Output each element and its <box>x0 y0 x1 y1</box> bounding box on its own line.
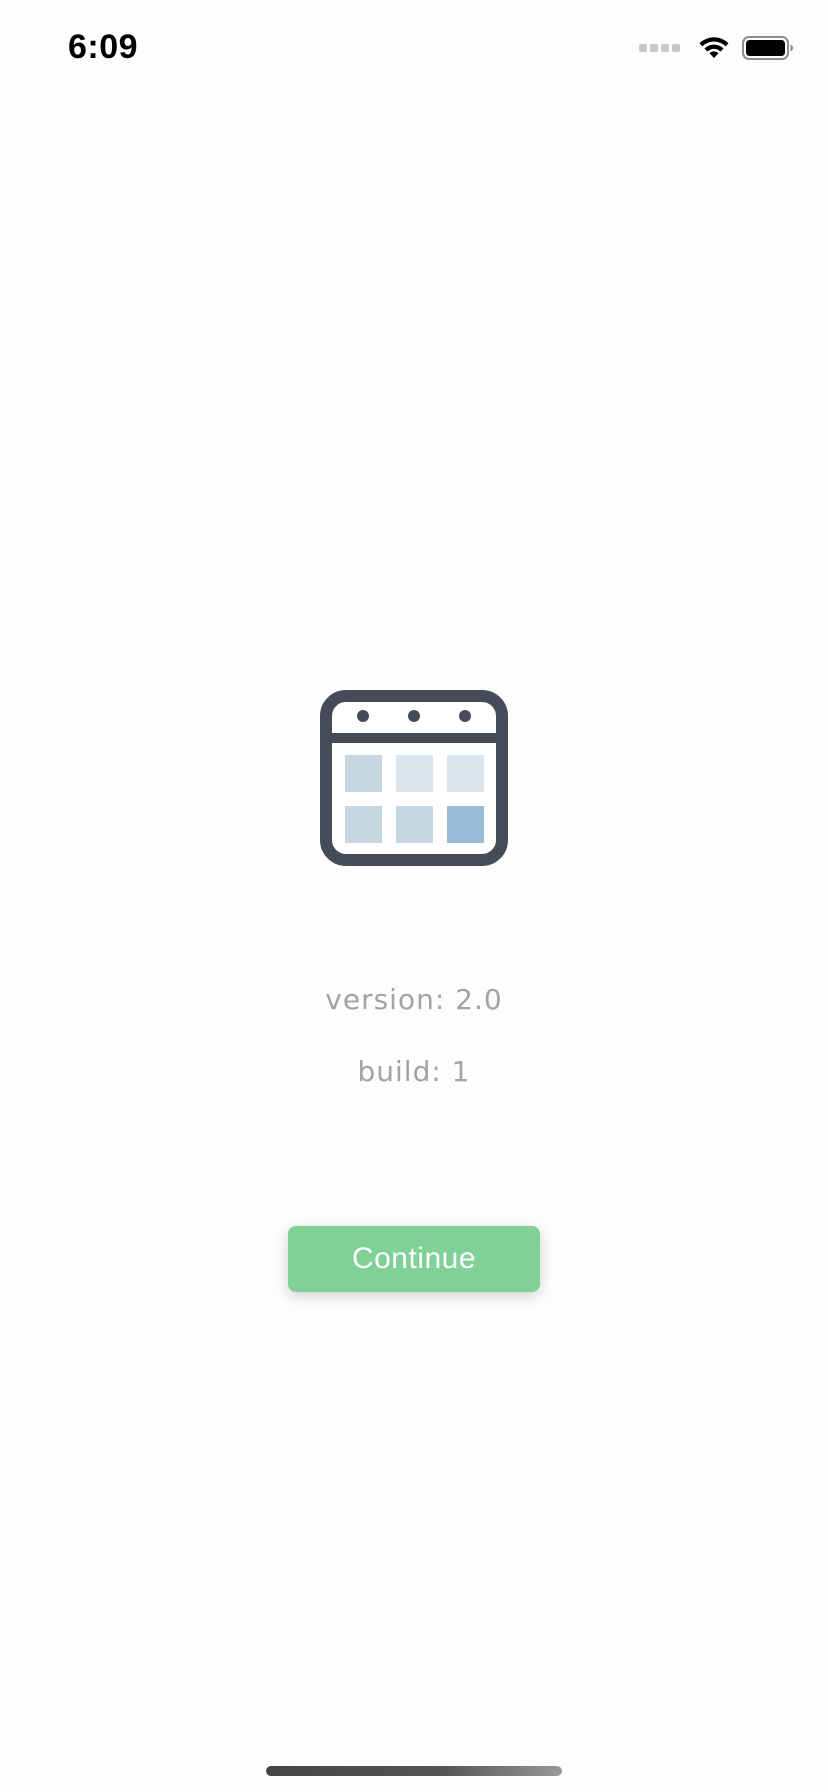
calendar-icon <box>320 690 508 866</box>
signal-icon <box>639 44 680 52</box>
battery-icon <box>742 36 793 60</box>
wifi-icon <box>699 37 729 58</box>
status-icons <box>639 36 794 60</box>
version-label: version: 2.0 <box>325 983 503 1016</box>
status-bar: 6:09 <box>0 0 828 100</box>
build-label: build: 1 <box>357 1055 471 1088</box>
status-time: 6:09 <box>68 28 139 66</box>
home-indicator[interactable] <box>266 1766 562 1776</box>
continue-button[interactable]: Continue <box>288 1226 540 1292</box>
